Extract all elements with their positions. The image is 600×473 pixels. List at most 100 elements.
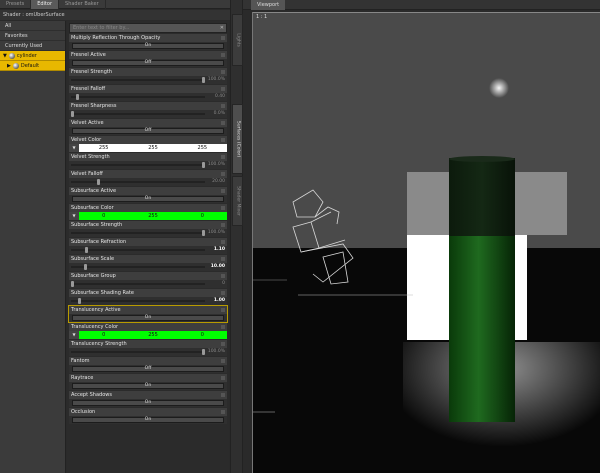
slider-track[interactable] xyxy=(71,283,205,285)
slider-knob[interactable] xyxy=(202,162,205,168)
slider-value[interactable]: 100.0% xyxy=(208,161,225,169)
property-menu-icon[interactable] xyxy=(221,155,225,159)
property-menu-icon[interactable] xyxy=(221,308,225,312)
slider-knob[interactable] xyxy=(202,349,205,355)
clear-icon[interactable]: ✕ xyxy=(220,24,224,32)
property-menu-icon[interactable] xyxy=(221,325,225,329)
side-tab-lights[interactable]: Lights xyxy=(232,14,243,66)
property-menu-icon[interactable] xyxy=(221,257,225,261)
property-menu-icon[interactable] xyxy=(221,206,225,210)
slider-value[interactable]: 0.0% xyxy=(214,110,225,118)
property-menu-icon[interactable] xyxy=(221,410,225,414)
property-menu-icon[interactable] xyxy=(221,359,225,363)
slider-knob[interactable] xyxy=(76,94,80,100)
tab-shader-baker[interactable]: Shader Baker xyxy=(59,0,106,9)
viewport[interactable]: 1 : 1 xyxy=(252,12,600,473)
slider-value[interactable]: 1.00 xyxy=(214,297,225,305)
filter-input[interactable]: Enter text to filter by... ✕ xyxy=(69,23,227,33)
slider-knob[interactable] xyxy=(84,264,88,270)
tab-presets[interactable]: Presets xyxy=(0,0,32,9)
slider-track[interactable] xyxy=(71,300,205,302)
property-label: Translucency Strength xyxy=(69,340,227,348)
property-menu-icon[interactable] xyxy=(221,121,225,125)
slider-track[interactable] xyxy=(71,96,205,98)
toggle-button-fantom[interactable]: Off xyxy=(72,366,224,372)
color-picker[interactable]: ▼ 0 255 0 xyxy=(69,212,227,220)
slider-knob[interactable] xyxy=(202,77,205,83)
toggle-button-occlusion[interactable]: On xyxy=(72,417,224,423)
color-green[interactable]: 255 xyxy=(128,144,178,152)
slider-track[interactable] xyxy=(71,351,205,353)
side-tab-shader-mixer[interactable]: Shader Mixer xyxy=(232,176,243,226)
category-currently-used[interactable]: Currently Used xyxy=(0,41,65,51)
toggle-button-accept-shadows[interactable]: On xyxy=(72,400,224,406)
slider-knob[interactable] xyxy=(71,281,74,287)
tab-editor[interactable]: Editor xyxy=(31,0,60,9)
color-dropdown-icon[interactable]: ▼ xyxy=(69,144,79,152)
toggle-button-fresnel-active[interactable]: Off xyxy=(72,60,224,66)
toggle-button-translucency-active[interactable]: On xyxy=(72,315,224,321)
color-green[interactable]: 255 xyxy=(128,212,178,220)
property-menu-icon[interactable] xyxy=(221,172,225,176)
property-menu-icon[interactable] xyxy=(221,393,225,397)
slider-value[interactable]: 100.0% xyxy=(208,229,225,237)
slider-track[interactable] xyxy=(71,249,205,251)
slider-knob[interactable] xyxy=(97,179,101,185)
slider-track[interactable] xyxy=(71,113,205,115)
slider-knob[interactable] xyxy=(71,111,74,117)
property-label: Velvet Falloff xyxy=(69,170,227,178)
slider-value[interactable]: 20.00 xyxy=(212,178,225,186)
slider-value[interactable]: 100.0% xyxy=(208,348,225,356)
property-menu-icon[interactable] xyxy=(221,70,225,74)
property-menu-icon[interactable] xyxy=(221,342,225,346)
color-red[interactable]: 0 xyxy=(79,212,129,220)
property-menu-icon[interactable] xyxy=(221,87,225,91)
tree-item-cylinder[interactable]: ▼ cylinder xyxy=(0,51,65,61)
tab-viewport[interactable]: Viewport xyxy=(251,0,286,10)
toggle-button-multiply-reflection[interactable]: On xyxy=(72,43,224,49)
property-menu-icon[interactable] xyxy=(221,104,225,108)
property-menu-icon[interactable] xyxy=(221,240,225,244)
property-menu-icon[interactable] xyxy=(221,36,225,40)
slider-knob[interactable] xyxy=(77,298,81,304)
slider-knob[interactable] xyxy=(202,230,205,236)
color-red[interactable]: 255 xyxy=(79,144,129,152)
color-blue[interactable]: 255 xyxy=(177,144,227,152)
slider-track[interactable] xyxy=(71,181,205,183)
side-tab-surfaces[interactable]: Surfaces (Color) xyxy=(232,104,243,174)
slider-track[interactable] xyxy=(71,266,205,268)
color-blue[interactable]: 0 xyxy=(177,212,227,220)
property-menu-icon[interactable] xyxy=(221,189,225,193)
toggle-button-velvet-active[interactable]: Off xyxy=(72,128,224,134)
category-all[interactable]: All xyxy=(0,21,65,31)
slider-value[interactable]: 1.10 xyxy=(214,246,225,254)
slider-value[interactable]: 0 xyxy=(222,280,225,288)
slider-knob[interactable] xyxy=(85,247,89,253)
expand-down-icon[interactable]: ▼ xyxy=(3,51,7,61)
toggle-button-subsurface-active[interactable]: On xyxy=(72,196,224,202)
tree-item-default[interactable]: ▶ Default xyxy=(0,61,65,71)
property-menu-icon[interactable] xyxy=(221,274,225,278)
slider-track[interactable] xyxy=(71,164,205,166)
property-menu-icon[interactable] xyxy=(221,223,225,227)
slider-value[interactable]: 100.0% xyxy=(208,76,225,84)
color-picker[interactable]: ▼ 255 255 255 xyxy=(69,144,227,152)
toggle-button-raytrace[interactable]: On xyxy=(72,383,224,389)
color-green[interactable]: 255 xyxy=(128,331,178,339)
property-menu-icon[interactable] xyxy=(221,138,225,142)
property-control: 10.00 xyxy=(69,263,227,271)
color-dropdown-icon[interactable]: ▼ xyxy=(69,331,79,339)
category-favorites[interactable]: Favorites xyxy=(0,31,65,41)
property-menu-icon[interactable] xyxy=(221,376,225,380)
slider-value[interactable]: 0.40 xyxy=(215,93,225,101)
property-menu-icon[interactable] xyxy=(221,53,225,57)
color-red[interactable]: 0 xyxy=(79,331,129,339)
slider-value[interactable]: 10.00 xyxy=(211,263,225,271)
expand-right-icon[interactable]: ▶ xyxy=(7,61,11,71)
color-dropdown-icon[interactable]: ▼ xyxy=(69,212,79,220)
color-blue[interactable]: 0 xyxy=(177,331,227,339)
slider-track[interactable] xyxy=(71,79,205,81)
property-menu-icon[interactable] xyxy=(221,291,225,295)
color-picker[interactable]: ▼ 0 255 0 xyxy=(69,331,227,339)
slider-track[interactable] xyxy=(71,232,205,234)
